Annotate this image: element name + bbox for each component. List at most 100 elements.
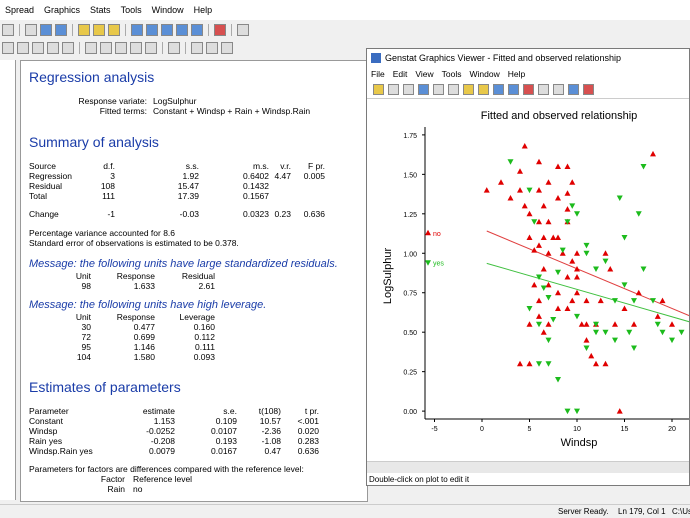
column-header: Residual [181,271,215,281]
x-tick-label: 5 [528,426,532,433]
table-cell: 0.636 [303,209,325,219]
data-point-yes [583,242,590,249]
grid-icon[interactable] [93,24,105,36]
estimates-heading: Estimates of parameters [29,379,181,395]
undo-icon[interactable] [2,24,14,36]
table-cell: -2.36 [261,426,281,436]
gv-menu-item-help[interactable]: Help [504,69,529,79]
help-icon[interactable] [237,24,249,36]
save-icon[interactable] [108,24,120,36]
menu-item-stats[interactable]: Stats [85,5,116,15]
sort-icon[interactable] [131,24,143,36]
data-point-yes [616,195,623,202]
indent-icon[interactable] [2,42,14,54]
spreadsheet-icon[interactable] [78,24,90,36]
column-header: Response [116,271,155,281]
filter-icon[interactable] [146,24,158,36]
table-cell: 0.699 [133,332,155,342]
print-icon[interactable] [403,84,414,95]
data-point-yes [574,211,580,217]
data-point-no [574,250,580,256]
data-point-yes [583,250,590,257]
folder-icon[interactable] [478,84,489,95]
edit-icon[interactable] [463,84,474,95]
menu-item-spread[interactable]: Spread [0,5,39,15]
menu-item-tools[interactable]: Tools [116,5,147,15]
calc-icon[interactable] [191,24,203,36]
menu-item-window[interactable]: Window [147,5,189,15]
gv-menu-item-view[interactable]: View [411,69,437,79]
summary-heading: Summary of analysis [29,134,159,150]
cursor-position: Ln 179, Col 1 [618,507,666,516]
tile-icon[interactable] [221,42,233,54]
chart-icon[interactable] [214,24,226,36]
outdent-icon[interactable] [17,42,29,54]
data-point-yes [602,329,609,336]
comment-icon[interactable] [32,42,44,54]
save-icon[interactable] [388,84,399,95]
chart-icon[interactable] [523,84,534,95]
column-header: t pr. [304,406,319,416]
open-icon[interactable] [373,84,384,95]
wrap-icon[interactable] [145,42,157,54]
redo-icon[interactable] [448,84,459,95]
data-point-no [536,187,542,193]
table-cell: 0.109 [215,416,237,426]
row-icon[interactable] [176,24,188,36]
data-point-no [536,158,542,165]
select-icon[interactable] [568,84,579,95]
column-header: t(108) [258,406,281,416]
home-icon[interactable] [508,84,519,95]
scatter-plot[interactable]: Fitted and observed relationship 0.00 0.25… [369,101,689,459]
data-point-no [569,179,576,185]
gv-menu-item-edit[interactable]: Edit [389,69,412,79]
close-icon[interactable] [25,24,37,36]
column-header: Source [29,161,56,171]
align-left-icon[interactable] [85,42,97,54]
data-point-no [540,234,547,240]
data-point-no [602,360,609,367]
table-cell: 1.92 [182,171,199,181]
data-point-no [564,305,571,312]
undo-icon[interactable] [433,84,444,95]
data-point-yes [536,361,542,367]
align-center-icon[interactable] [100,42,112,54]
data-point-yes [640,266,647,273]
fitted-line-yes [486,262,689,323]
table-cell: 17.39 [177,191,199,201]
menu-item-graphics[interactable]: Graphics [39,5,85,15]
horizontal-scrollbar[interactable] [367,461,689,473]
reset-icon[interactable] [583,84,594,95]
gv-menu-item-tools[interactable]: Tools [438,69,466,79]
plot-canvas[interactable]: Fitted and observed relationship 0.00 0.25… [369,101,689,509]
data-point-no [654,313,661,319]
uncomment-icon[interactable] [47,42,59,54]
graphics-viewer-titlebar[interactable]: Genstat Graphics Viewer - Fitted and obs… [367,49,689,67]
justify-icon[interactable] [130,42,142,54]
separator [231,24,232,36]
gv-menu-item-file[interactable]: File [367,69,389,79]
data-point-yes [659,329,666,336]
data-point-no [616,408,623,414]
menu-item-help[interactable]: Help [189,5,218,15]
paste-icon[interactable] [206,42,218,54]
help-icon[interactable] [538,84,549,95]
find-icon[interactable] [40,24,52,36]
column-icon[interactable] [161,24,173,36]
bookmark-icon[interactable] [62,42,74,54]
graphics-viewer-window[interactable]: Genstat Graphics Viewer - Fitted and obs… [366,48,690,486]
data-point-yes [621,234,628,241]
pointer-icon[interactable] [553,84,564,95]
output-window[interactable]: Regression analysis Response variate: Lo… [20,60,368,502]
copy-icon[interactable] [191,42,203,54]
copy-icon[interactable] [418,84,429,95]
graphics-viewer-status: Double-click on plot to edit it [369,475,470,484]
align-right-icon[interactable] [115,42,127,54]
zoom-icon[interactable] [493,84,504,95]
column-header: Response [116,312,155,322]
replace-icon[interactable] [55,24,67,36]
gv-menu-item-window[interactable]: Window [465,69,503,79]
data-point-no [545,179,552,185]
star-icon[interactable] [168,42,180,54]
table-cell: 0.093 [193,352,215,362]
